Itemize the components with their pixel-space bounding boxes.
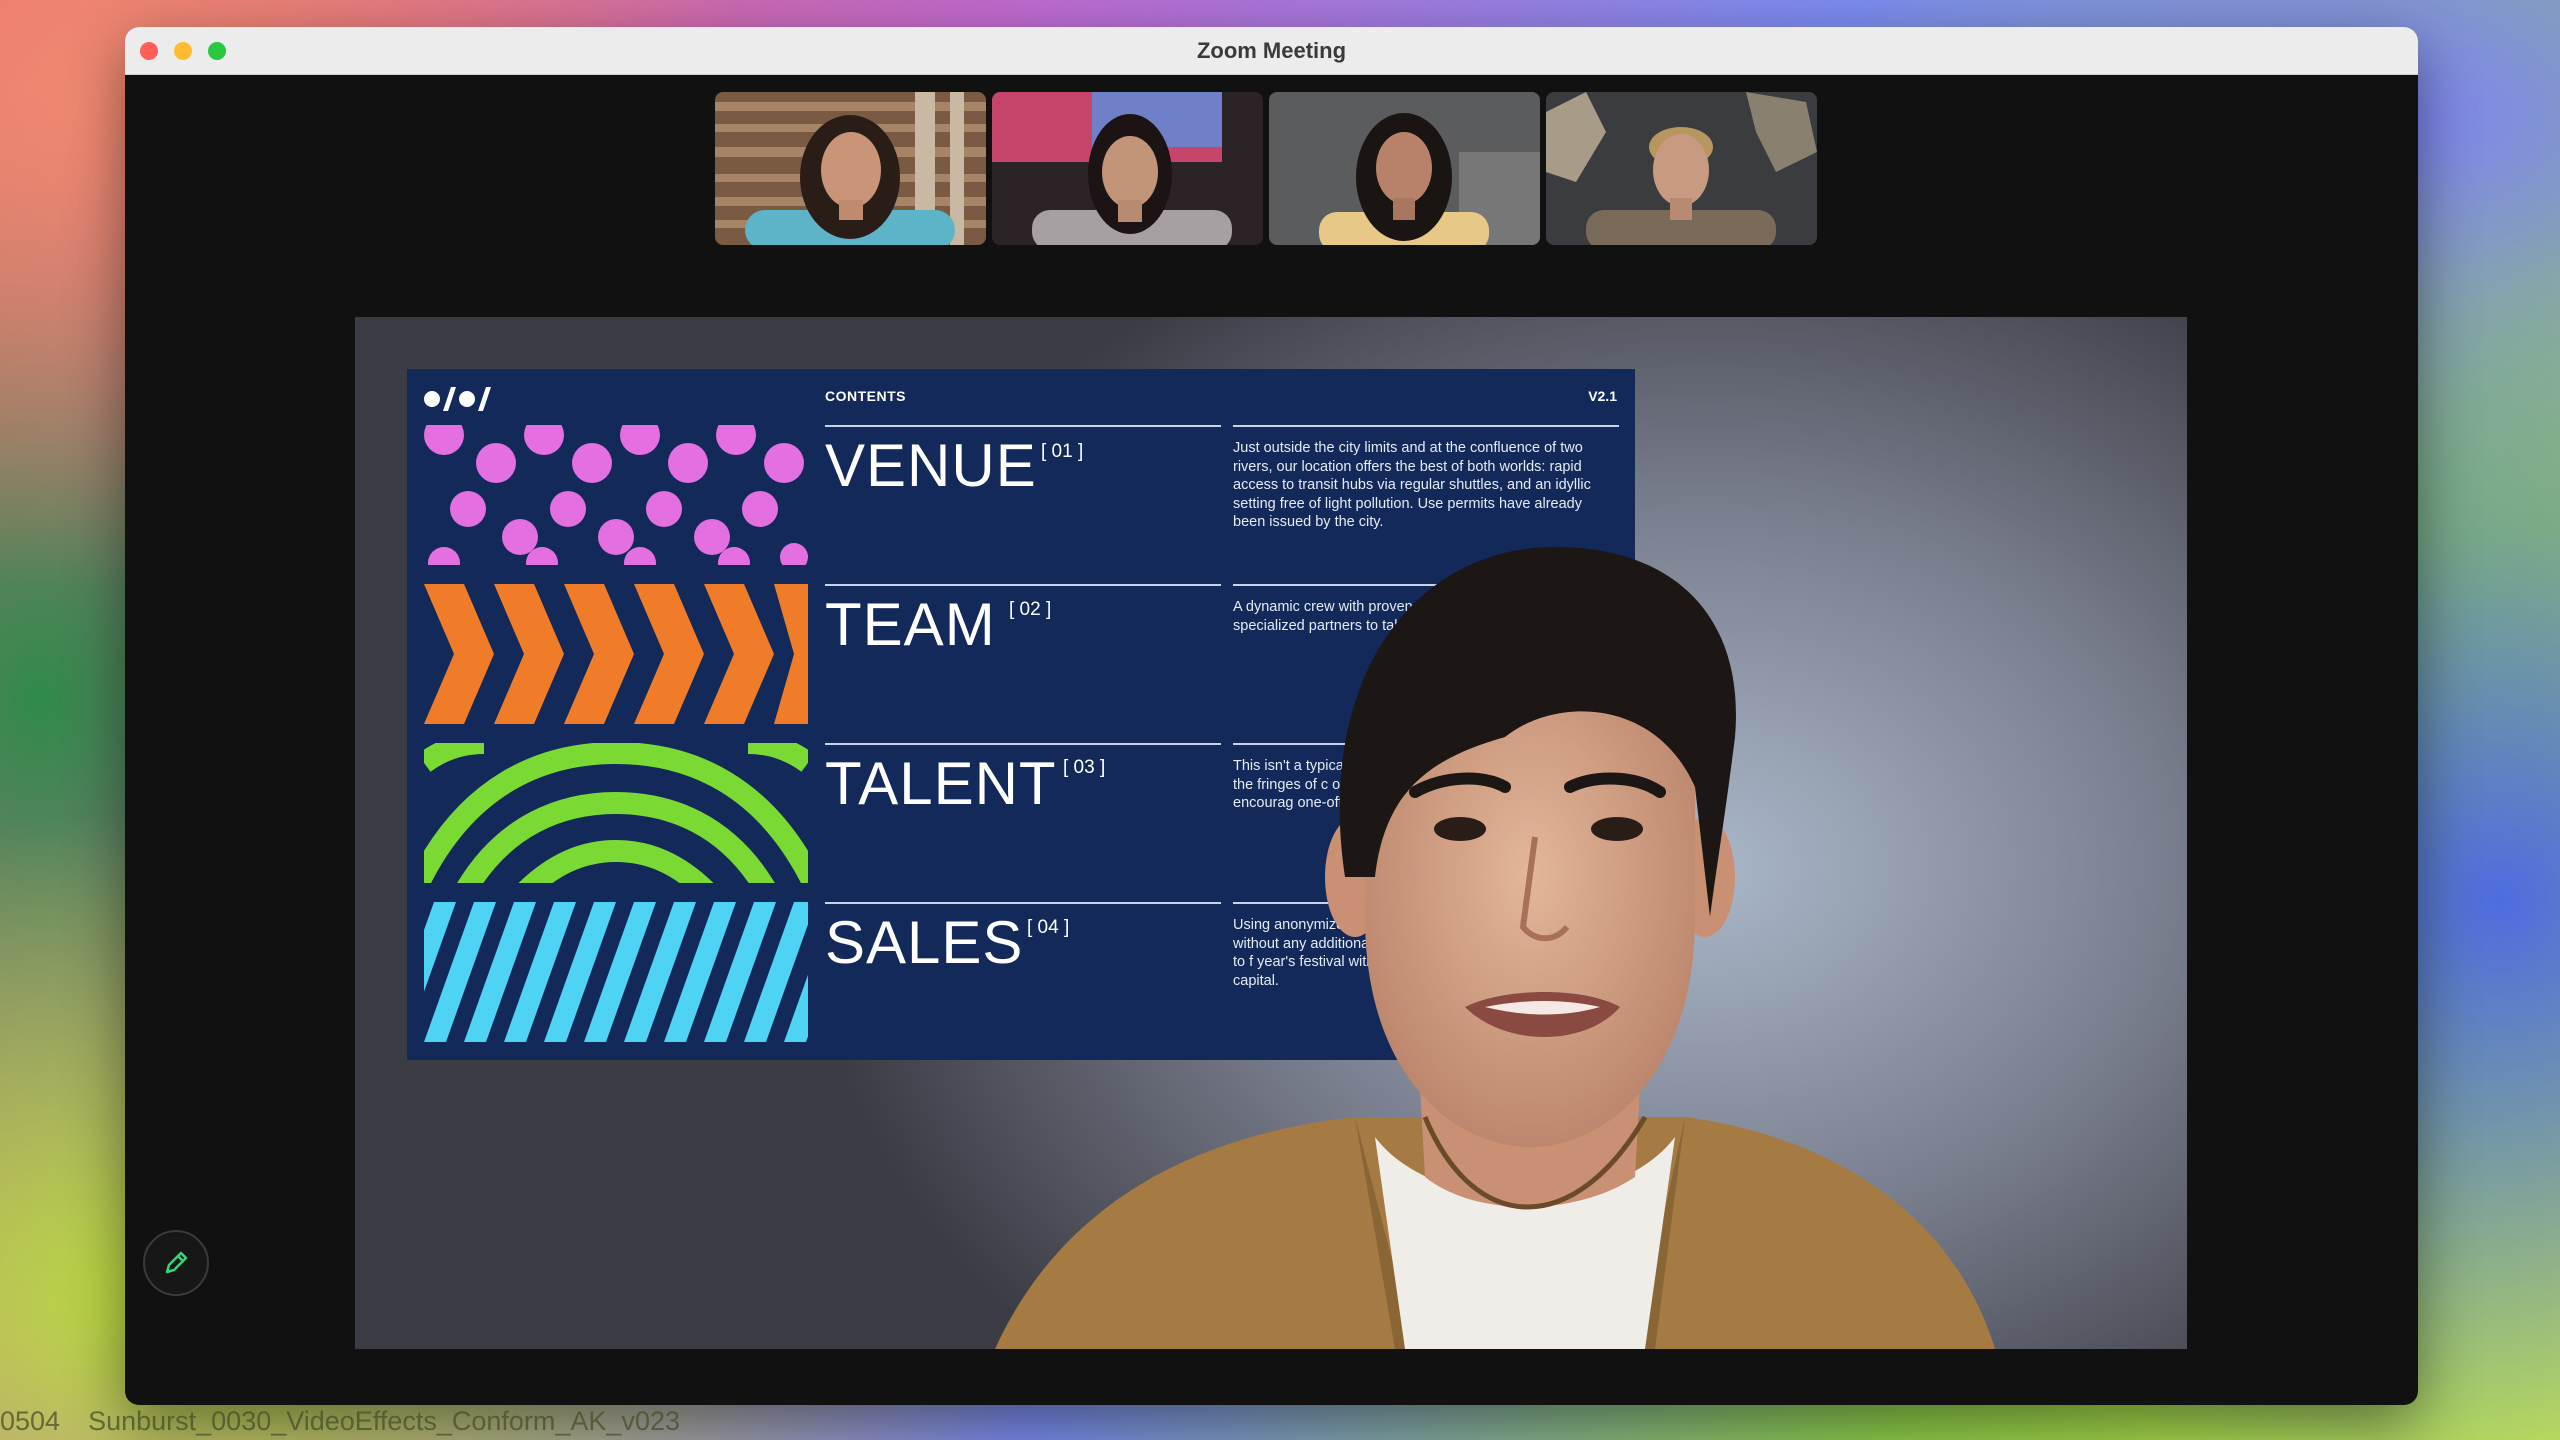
presenter-video	[995, 547, 1995, 1349]
title-bar[interactable]: Zoom Meeting	[125, 27, 2418, 75]
participant-tile-2[interactable]	[992, 92, 1263, 245]
shared-screen[interactable]: CONTENTS V2.1 VENUE [ 01 ] Just outside …	[355, 317, 2187, 1349]
zoom-window: Zoom Meeting CONTENTS V2.1 VENUE [01] …	[125, 27, 2418, 1405]
clip-name: Sunburst_0030_VideoEffects_Conform_AK_v0…	[88, 1406, 680, 1436]
clip-identifier: 0504 Sunburst_0030_VideoEffects_Conform_A…	[0, 1406, 708, 1437]
participant-strip	[715, 92, 1817, 245]
window-title: Zoom Meeting	[1196, 38, 1347, 63]
pencil-icon	[165, 1251, 188, 1274]
participant-tile-1[interactable]	[715, 92, 986, 245]
frame-number: 0504	[0, 1406, 61, 1436]
annotate-button[interactable]	[143, 1230, 209, 1296]
participant-tile-4[interactable]	[1546, 92, 1817, 245]
participant-tile-3[interactable]	[1269, 92, 1540, 245]
